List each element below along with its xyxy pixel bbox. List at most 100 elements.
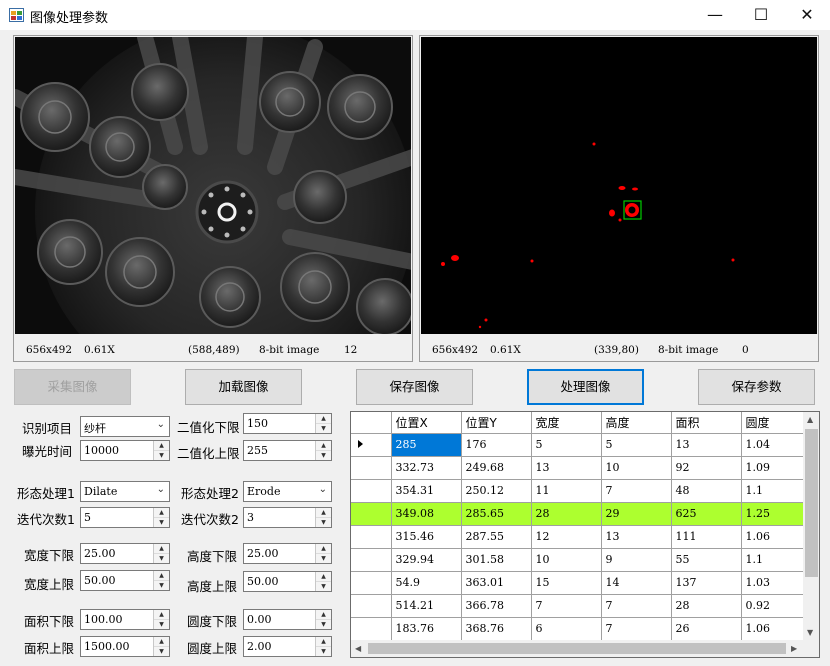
row-header[interactable] xyxy=(351,502,392,526)
table-cell[interactable]: 1.25 xyxy=(741,502,804,526)
table-cell[interactable]: 7 xyxy=(601,617,672,641)
table-cell[interactable]: 176 xyxy=(461,433,532,457)
table-cell[interactable]: 249.68 xyxy=(461,456,532,480)
scroll-right-icon[interactable]: ▶ xyxy=(791,644,797,653)
up-arrow-icon[interactable]: ▲ xyxy=(154,441,169,450)
table-cell[interactable]: 287.55 xyxy=(461,525,532,549)
save-params-button[interactable]: 保存参数 xyxy=(698,369,815,405)
row-header[interactable] xyxy=(351,433,392,457)
table-cell[interactable]: 250.12 xyxy=(461,479,532,503)
table-cell[interactable]: 11 xyxy=(531,479,602,503)
row-header[interactable] xyxy=(351,548,392,572)
source-image-viewer[interactable]: 656x492 0.61X (588,489) 8-bit image 12 xyxy=(13,35,413,362)
table-cell[interactable]: 1.1 xyxy=(741,479,804,503)
table-row[interactable]: 54.9 363.01 15 14 137 1.03 xyxy=(351,571,804,595)
down-arrow-icon[interactable]: ▼ xyxy=(316,450,331,459)
table-cell[interactable]: 13 xyxy=(671,433,742,457)
up-arrow-icon[interactable]: ▲ xyxy=(316,572,331,581)
down-arrow-icon[interactable]: ▼ xyxy=(154,450,169,459)
column-header[interactable]: 宽度 xyxy=(531,412,602,434)
table-cell[interactable]: 13 xyxy=(531,456,602,480)
table-cell[interactable]: 349.08 xyxy=(391,502,462,526)
down-arrow-icon[interactable]: ▼ xyxy=(316,581,331,590)
height-low-stepper[interactable]: 25.00 ▲ ▼ xyxy=(243,543,332,564)
close-button[interactable]: ✕ xyxy=(784,0,830,30)
scroll-up-icon[interactable]: ▲ xyxy=(807,415,813,424)
iterations1-stepper[interactable]: 5 ▲ ▼ xyxy=(80,507,170,528)
roundness-high-stepper[interactable]: 2.00 ▲ ▼ xyxy=(243,636,332,657)
area-high-stepper[interactable]: 1500.00 ▲ ▼ xyxy=(80,636,170,657)
down-arrow-icon[interactable]: ▼ xyxy=(316,619,331,628)
minimize-button[interactable]: — xyxy=(692,0,738,30)
table-row[interactable]: 183.76 368.76 6 7 26 1.06 xyxy=(351,617,804,641)
down-arrow-icon[interactable]: ▼ xyxy=(154,646,169,655)
table-cell[interactable]: 514.21 xyxy=(391,594,462,618)
down-arrow-icon[interactable]: ▼ xyxy=(316,517,331,526)
table-row[interactable]: 332.73 249.68 13 10 92 1.09 xyxy=(351,456,804,480)
horizontal-scrollbar[interactable]: ◀ ▶ xyxy=(351,640,803,657)
table-cell[interactable]: 54.9 xyxy=(391,571,462,595)
up-arrow-icon[interactable]: ▲ xyxy=(316,414,331,423)
table-cell[interactable]: 5 xyxy=(601,433,672,457)
column-header[interactable]: 圆度 xyxy=(741,412,804,434)
table-cell[interactable]: 7 xyxy=(531,594,602,618)
area-low-stepper[interactable]: 100.00 ▲ ▼ xyxy=(80,609,170,630)
scroll-down-icon[interactable]: ▼ xyxy=(807,628,813,637)
width-low-stepper[interactable]: 25.00 ▲ ▼ xyxy=(80,543,170,564)
up-arrow-icon[interactable]: ▲ xyxy=(316,508,331,517)
table-row[interactable]: 315.46 287.55 12 13 111 1.06 xyxy=(351,525,804,549)
width-high-stepper[interactable]: 50.00 ▲ ▼ xyxy=(80,570,170,591)
exposure-time-stepper[interactable]: 10000 ▲ ▼ xyxy=(80,440,170,461)
iterations2-stepper[interactable]: 3 ▲ ▼ xyxy=(243,507,332,528)
table-row[interactable]: 514.21 366.78 7 7 28 0.92 xyxy=(351,594,804,618)
save-image-button[interactable]: 保存图像 xyxy=(356,369,473,405)
table-cell[interactable]: 7 xyxy=(601,594,672,618)
up-arrow-icon[interactable]: ▲ xyxy=(316,441,331,450)
up-arrow-icon[interactable]: ▲ xyxy=(316,610,331,619)
column-header[interactable]: 位置X xyxy=(391,412,462,434)
down-arrow-icon[interactable]: ▼ xyxy=(154,517,169,526)
down-arrow-icon[interactable]: ▼ xyxy=(154,619,169,628)
down-arrow-icon[interactable]: ▼ xyxy=(316,423,331,432)
table-cell[interactable]: 29 xyxy=(601,502,672,526)
column-header[interactable]: 高度 xyxy=(601,412,672,434)
up-arrow-icon[interactable]: ▲ xyxy=(154,610,169,619)
up-arrow-icon[interactable]: ▲ xyxy=(154,508,169,517)
table-cell[interactable]: 183.76 xyxy=(391,617,462,641)
load-image-button[interactable]: 加载图像 xyxy=(185,369,302,405)
row-header[interactable] xyxy=(351,479,392,503)
table-cell[interactable]: 366.78 xyxy=(461,594,532,618)
results-table[interactable]: 位置X 位置Y 宽度 高度 面积 圆度 285 176 5 5 13 1.04 332.73… xyxy=(351,412,804,641)
row-header[interactable] xyxy=(351,456,392,480)
roundness-low-stepper[interactable]: 0.00 ▲ ▼ xyxy=(243,609,332,630)
table-cell[interactable]: 14 xyxy=(601,571,672,595)
down-arrow-icon[interactable]: ▼ xyxy=(316,553,331,562)
process-image-button[interactable]: 处理图像 xyxy=(527,369,644,405)
table-cell[interactable]: 13 xyxy=(601,525,672,549)
table-cell[interactable]: 10 xyxy=(601,456,672,480)
processed-image[interactable] xyxy=(421,37,817,334)
binary-low-stepper[interactable]: 150 ▲ ▼ xyxy=(243,413,332,434)
table-cell[interactable]: 285 xyxy=(391,433,462,457)
down-arrow-icon[interactable]: ▼ xyxy=(316,646,331,655)
table-cell[interactable]: 329.94 xyxy=(391,548,462,572)
row-header[interactable] xyxy=(351,617,392,641)
table-row[interactable]: 354.31 250.12 11 7 48 1.1 xyxy=(351,479,804,503)
table-cell[interactable]: 15 xyxy=(531,571,602,595)
table-cell[interactable]: 92 xyxy=(671,456,742,480)
table-cell[interactable]: 1.04 xyxy=(741,433,804,457)
scroll-thumb[interactable] xyxy=(805,429,818,577)
column-header[interactable]: 面积 xyxy=(671,412,742,434)
row-header[interactable] xyxy=(351,525,392,549)
table-cell[interactable]: 111 xyxy=(671,525,742,549)
table-cell[interactable]: 363.01 xyxy=(461,571,532,595)
height-high-stepper[interactable]: 50.00 ▲ ▼ xyxy=(243,571,332,592)
table-cell[interactable]: 368.76 xyxy=(461,617,532,641)
morph2-select[interactable]: Erode ⌄ xyxy=(243,481,332,502)
table-cell[interactable]: 354.31 xyxy=(391,479,462,503)
table-cell[interactable]: 301.58 xyxy=(461,548,532,572)
up-arrow-icon[interactable]: ▲ xyxy=(154,544,169,553)
down-arrow-icon[interactable]: ▼ xyxy=(154,553,169,562)
table-cell[interactable]: 1.06 xyxy=(741,525,804,549)
table-cell[interactable]: 0.92 xyxy=(741,594,804,618)
